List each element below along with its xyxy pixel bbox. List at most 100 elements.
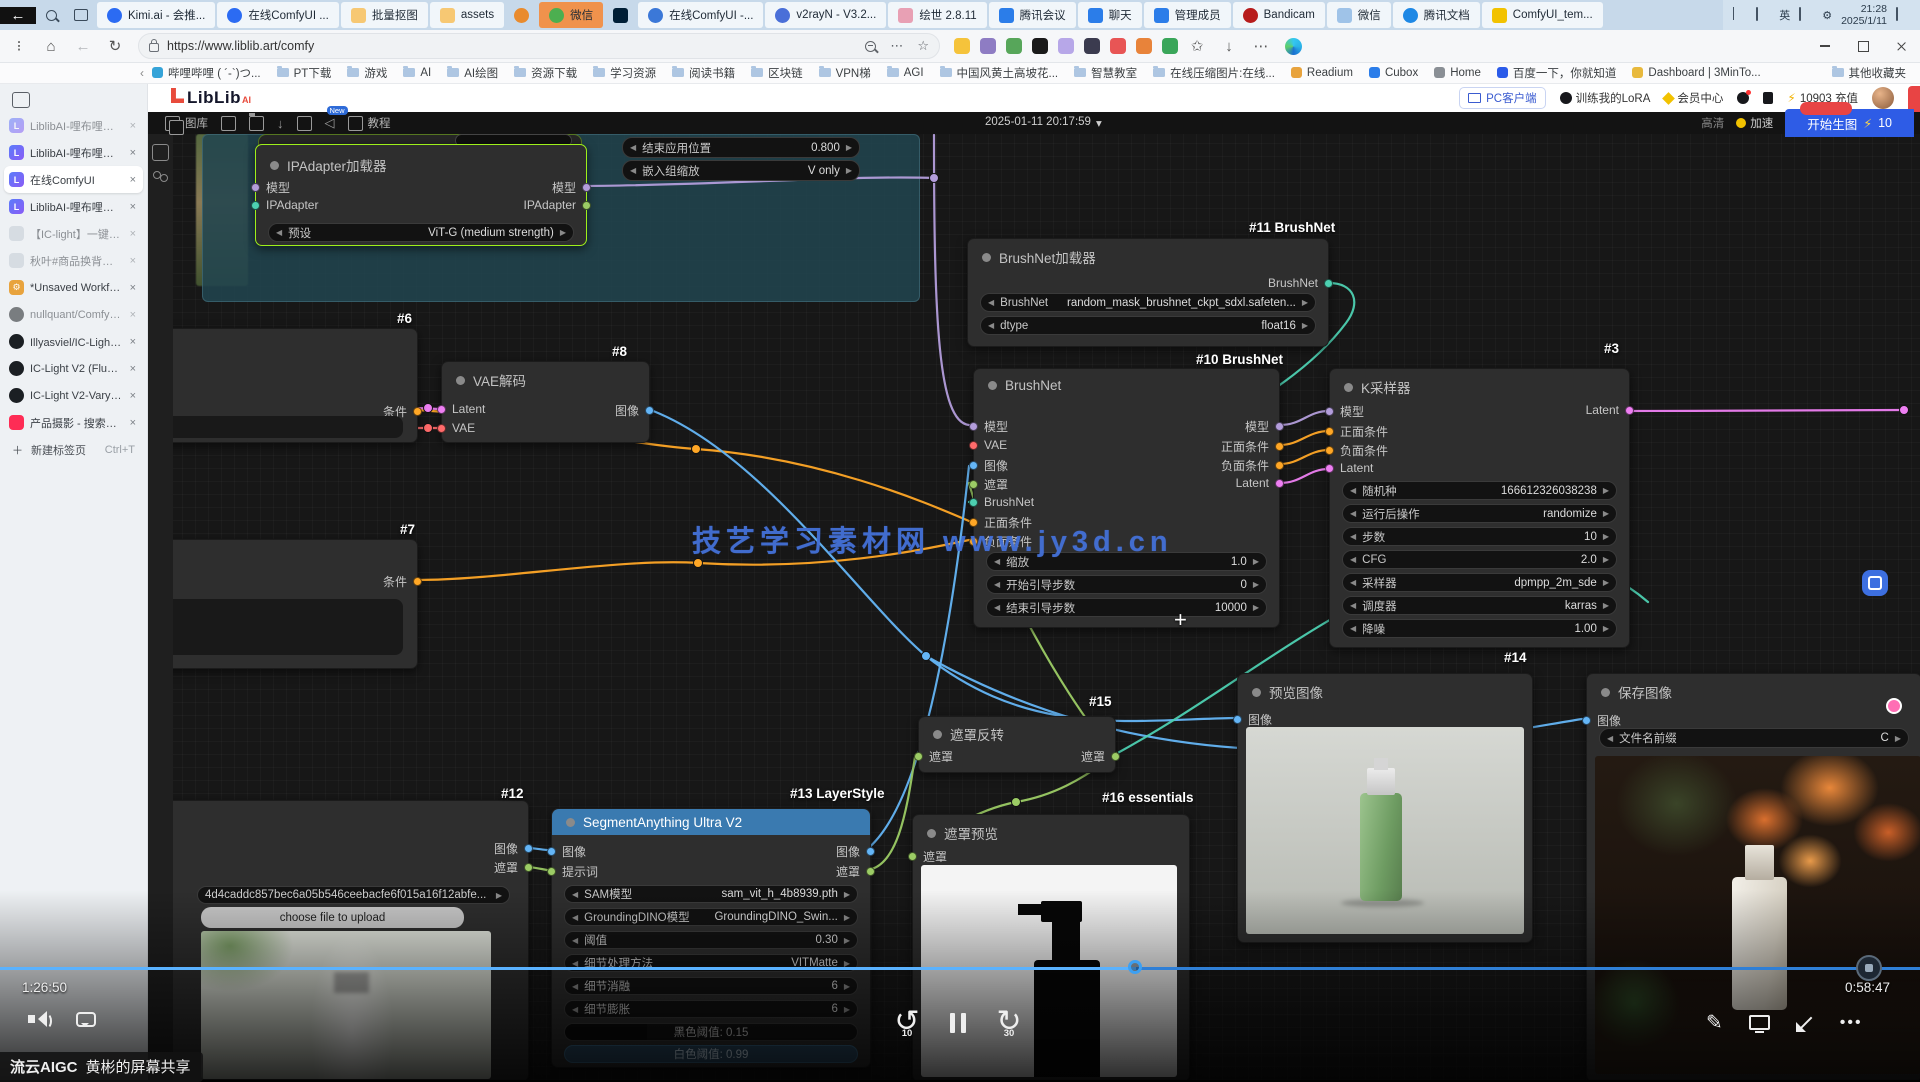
downloads-icon[interactable]: ↓ bbox=[1216, 33, 1242, 59]
output-port-遮罩[interactable]: 遮罩 bbox=[836, 863, 875, 880]
tutorial-button[interactable]: 教程 bbox=[348, 115, 391, 131]
panel-toggle-icon[interactable] bbox=[152, 144, 169, 161]
taskbar-item-search-app[interactable] bbox=[506, 2, 537, 28]
taskbar-item-folder-koutu[interactable]: 批量抠图 bbox=[341, 2, 428, 28]
widget-CFG[interactable]: ◀CFG2.0▶ bbox=[1342, 550, 1617, 569]
boost-toggle[interactable]: 加速 bbox=[1736, 115, 1773, 131]
widget-结束引导步数[interactable]: ◀结束引导步数10000▶ bbox=[986, 598, 1267, 617]
edge-copilot-icon[interactable] bbox=[1280, 33, 1306, 59]
sidebar-tab-4[interactable]: 【IC-light】一键商品换× bbox=[4, 220, 143, 247]
widget-采样器[interactable]: ◀采样器dpmpp_2m_sde▶ bbox=[1342, 573, 1617, 592]
community-icon[interactable] bbox=[153, 171, 168, 186]
ext-leaf[interactable] bbox=[1162, 38, 1178, 54]
bookmark-item-2[interactable]: 游戏 bbox=[347, 65, 387, 81]
translate-icon[interactable]: ⋯ bbox=[890, 38, 903, 54]
sidebar-collapse-icon[interactable]: ‹ bbox=[140, 66, 144, 80]
bookmark-item-8[interactable]: 区块链 bbox=[751, 65, 803, 81]
arrow-left-icon[interactable]: ◀ bbox=[994, 580, 1000, 589]
collapse-dot-icon[interactable] bbox=[1252, 688, 1261, 697]
sidebar-tab-5[interactable]: 秋叶#商品换背景重打...× bbox=[4, 247, 143, 274]
arrow-right-icon[interactable]: ▶ bbox=[1603, 601, 1609, 610]
ext-fox[interactable] bbox=[1136, 38, 1152, 54]
node-ipadapter-params[interactable]: ◀结束应用位置0.800▶◀嵌入组缩放V only▶ bbox=[610, 134, 872, 186]
bookmark-item-1[interactable]: PT下载 bbox=[277, 65, 332, 81]
collapse-dot-icon[interactable] bbox=[566, 818, 575, 827]
upload-button[interactable]: choose file to upload bbox=[201, 907, 464, 928]
widget-SAM模型[interactable]: ◀SAM模型sam_vit_h_4b8939.pth▶ bbox=[564, 885, 858, 903]
arrow-left-icon[interactable]: ◀ bbox=[572, 890, 578, 899]
bookmark-item-17[interactable]: 百度一下，你就知道 bbox=[1497, 65, 1617, 81]
collapse-dot-icon[interactable] bbox=[982, 253, 991, 262]
floating-assistant-button[interactable] bbox=[1862, 570, 1888, 596]
widget-降噪[interactable]: ◀降噪1.00▶ bbox=[1342, 619, 1617, 638]
save-icon[interactable] bbox=[297, 116, 312, 131]
widget-开始引导步数[interactable]: ◀开始引导步数0▶ bbox=[986, 575, 1267, 594]
taskbar-item-manage-members[interactable]: 管理成员 bbox=[1144, 2, 1231, 28]
arrow-right-icon[interactable]: ▶ bbox=[496, 891, 502, 900]
ext-green-globe[interactable] bbox=[1006, 38, 1022, 54]
input-port-图像[interactable]: 图像 bbox=[1233, 711, 1272, 728]
input-port-Latent[interactable]: Latent bbox=[437, 402, 485, 416]
widget-BrushNet[interactable]: ◀BrushNetrandom_mask_brushnet_ckpt_sdxl.… bbox=[980, 293, 1316, 312]
close-icon[interactable]: × bbox=[128, 228, 138, 240]
arrow-right-icon[interactable]: ▶ bbox=[1603, 532, 1609, 541]
widget-GroundingDINO模型[interactable]: ◀GroundingDINO模型GroundingDINO_Swin...▶ bbox=[564, 908, 858, 926]
output-port-模型[interactable]: 模型 bbox=[552, 179, 591, 196]
microphone-icon[interactable] bbox=[1756, 8, 1770, 22]
ext-red[interactable] bbox=[1110, 38, 1126, 54]
widget-结束应用位置[interactable]: ◀结束应用位置0.800▶ bbox=[622, 137, 860, 158]
node-segment-anything[interactable]: SegmentAnything Ultra V2图像提示词图像遮罩◀SAM模型s… bbox=[551, 808, 871, 1068]
download-icon[interactable]: ↓ bbox=[277, 116, 284, 131]
output-port-遮罩[interactable]: 遮罩 bbox=[494, 859, 533, 876]
collapse-dot-icon[interactable] bbox=[1601, 688, 1610, 697]
arrow-right-icon[interactable]: ▶ bbox=[844, 936, 850, 945]
input-port-正面条件[interactable]: 正面条件 bbox=[1325, 423, 1388, 440]
arrow-left-icon[interactable]: ◀ bbox=[1350, 555, 1356, 564]
widget-调度器[interactable]: ◀调度器karras▶ bbox=[1342, 596, 1617, 615]
arrow-left-icon[interactable]: ◀ bbox=[572, 959, 578, 968]
widget-细节消融[interactable]: ◀细节消融6▶ bbox=[564, 977, 858, 995]
url-text[interactable]: https://www.liblib.art/comfy bbox=[167, 39, 857, 53]
ext-yellow[interactable] bbox=[954, 38, 970, 54]
taskbar-item-tencent-meeting[interactable]: 腾讯会议 bbox=[989, 2, 1076, 28]
close-icon[interactable]: × bbox=[128, 282, 138, 294]
workflow-version-dropdown[interactable]: 2025-01-11 20:17:59▾ bbox=[985, 116, 1102, 130]
taskbar-item-folder-assets[interactable]: assets bbox=[430, 2, 504, 28]
arrow-right-icon[interactable]: ▶ bbox=[844, 982, 850, 991]
user-avatar[interactable] bbox=[1872, 87, 1894, 109]
widget-细节处理方法[interactable]: ◀细节处理方法VITMatte▶ bbox=[564, 954, 858, 972]
input-language[interactable]: 英 bbox=[1779, 7, 1790, 23]
docs-icon[interactable] bbox=[1763, 92, 1773, 104]
arrow-right-icon[interactable]: ▶ bbox=[1603, 486, 1609, 495]
node-ipadapter-loader[interactable]: IPAdapter加载器模型IPAdapter模型IPAdapter◀预设ViT… bbox=[255, 144, 587, 246]
train-lora-button[interactable]: 训练我的LoRA bbox=[1560, 90, 1651, 106]
input-port-模型[interactable]: 模型 bbox=[1325, 403, 1364, 420]
input-port-VAE[interactable]: VAE bbox=[437, 421, 475, 435]
other-bookmarks[interactable]: 其他收藏夹 bbox=[1832, 65, 1907, 81]
zoom-out-icon[interactable] bbox=[865, 41, 876, 52]
workspace-icon[interactable]: ⌂ bbox=[38, 33, 64, 59]
arrow-left-icon[interactable]: ◀ bbox=[572, 982, 578, 991]
member-center-button[interactable]: 会员中心 bbox=[1664, 90, 1723, 106]
close-icon[interactable]: × bbox=[128, 390, 138, 402]
bookmark-item-5[interactable]: 资源下载 bbox=[514, 65, 577, 81]
bookmark-item-6[interactable]: 学习资源 bbox=[593, 65, 656, 81]
arrow-right-icon[interactable]: ▶ bbox=[1603, 509, 1609, 518]
node-save-image[interactable]: 保存图像图像◀文件名前缀C▶ bbox=[1586, 673, 1920, 1080]
arrow-right-icon[interactable]: ▶ bbox=[1302, 298, 1308, 307]
sidebar-tab-8[interactable]: Illyasviel/IC-Light: 更多× bbox=[4, 328, 143, 355]
generate-button[interactable]: 开始生图 ⚡ 10 bbox=[1785, 109, 1914, 137]
arrow-left-icon[interactable]: ◀ bbox=[1607, 734, 1613, 743]
widget-步数[interactable]: ◀步数10▶ bbox=[1342, 527, 1617, 546]
output-port-Latent[interactable]: Latent bbox=[1586, 403, 1634, 417]
widget-4d4caddc857bec6a05b546ceebacfe6f015a16f12abfe...[interactable]: 4d4caddc857bec6a05b546ceebacfe6f015a16f1… bbox=[197, 886, 510, 904]
input-port-模型[interactable]: 模型 bbox=[251, 179, 290, 196]
widget-随机种[interactable]: ◀随机种166612326038238▶ bbox=[1342, 481, 1617, 500]
share-icon[interactable]: ◁New bbox=[325, 115, 335, 131]
node-node7[interactable]: 条件 bbox=[147, 539, 418, 669]
bookmark-item-9[interactable]: VPN梯 bbox=[819, 65, 871, 81]
arrow-right-icon[interactable]: ▶ bbox=[1603, 555, 1609, 564]
pc-client-button[interactable]: PC客户端 bbox=[1459, 87, 1545, 109]
arrow-right-icon[interactable]: ▶ bbox=[844, 959, 850, 968]
task-view-icon[interactable] bbox=[66, 9, 96, 21]
